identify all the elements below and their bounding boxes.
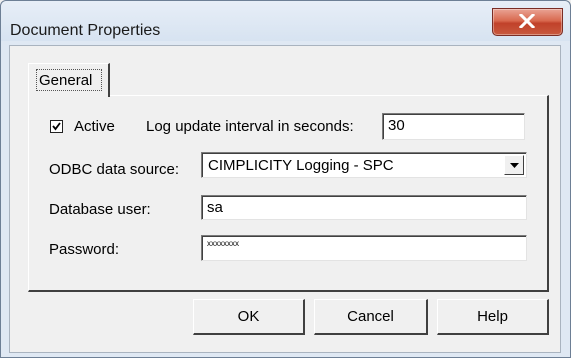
active-checkbox[interactable] — [50, 120, 63, 133]
db-user-label: Database user: — [49, 201, 151, 218]
ok-button[interactable]: OK — [193, 299, 305, 335]
odbc-label: ODBC data source: — [49, 161, 180, 178]
checkmark-icon — [52, 122, 61, 131]
close-button[interactable] — [492, 8, 563, 36]
password-mask: xxxxxxxx — [207, 239, 239, 248]
db-user-input[interactable]: sa — [201, 195, 527, 220]
dialog-title: Document Properties — [10, 22, 161, 39]
password-label: Password: — [49, 241, 120, 258]
log-interval-input[interactable]: 30 — [382, 113, 525, 140]
tab-general-label: General — [39, 72, 93, 89]
title-bar: Document Properties — [1, 1, 570, 41]
help-button[interactable]: Help — [437, 299, 549, 335]
close-icon — [519, 14, 535, 28]
odbc-selected-value: CIMPLICITY Logging - SPC — [208, 157, 394, 174]
active-label: Active — [74, 118, 115, 135]
chevron-down-icon — [510, 163, 519, 168]
cancel-button[interactable]: Cancel — [314, 299, 428, 335]
odbc-data-source-select[interactable]: CIMPLICITY Logging - SPC — [201, 152, 527, 178]
tab-general[interactable]: General — [28, 63, 110, 97]
dropdown-button[interactable] — [504, 155, 524, 175]
log-interval-label: Log update interval in seconds: — [146, 118, 354, 135]
password-input[interactable]: xxxxxxxx — [201, 235, 527, 261]
